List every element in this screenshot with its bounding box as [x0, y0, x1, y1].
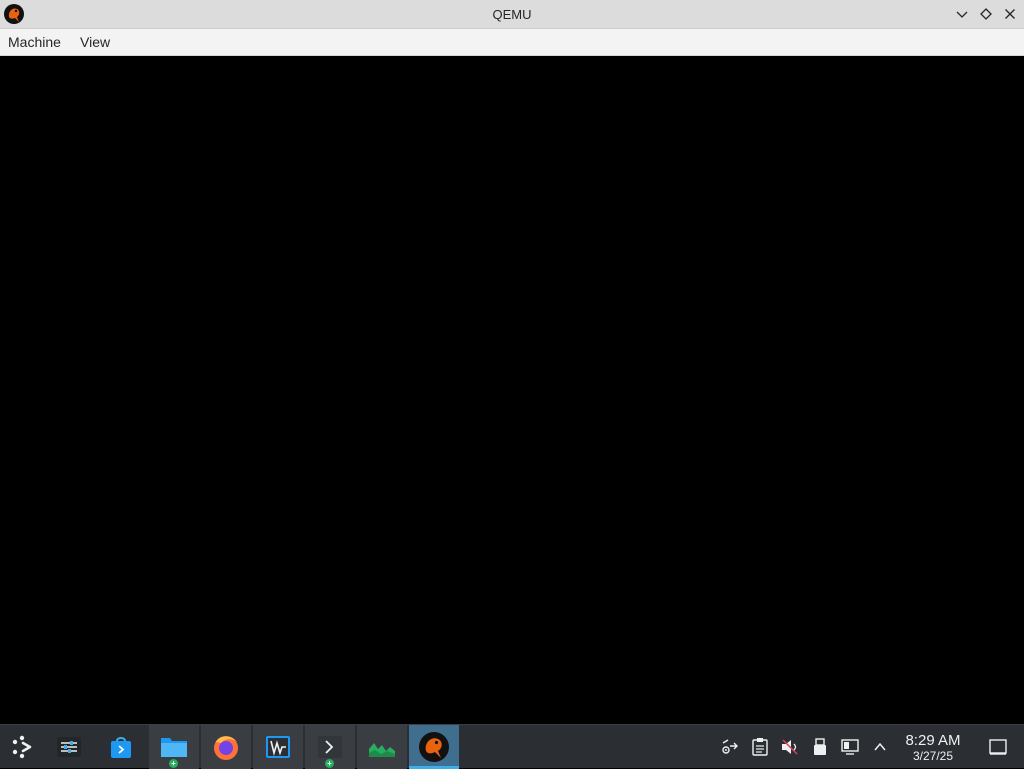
maximize-button[interactable] — [976, 4, 996, 24]
network-icon — [722, 739, 738, 754]
firefox-icon — [214, 736, 238, 760]
clock-time: 8:29 AM — [905, 732, 961, 749]
taskbar-firefox[interactable] — [201, 725, 251, 769]
app-launcher-icon — [12, 735, 32, 759]
system-monitor-icon — [369, 743, 395, 757]
system-settings-icon — [57, 737, 81, 757]
show-desktop-button[interactable] — [984, 725, 1012, 769]
close-icon — [1005, 9, 1015, 19]
volume-muted-icon — [782, 739, 798, 755]
tray-usb[interactable] — [806, 725, 834, 769]
tray-network[interactable] — [716, 725, 744, 769]
show-desktop-icon — [989, 739, 1007, 755]
clock-date: 3/27/25 — [912, 749, 954, 763]
close-button[interactable] — [1000, 4, 1020, 24]
digital-clock[interactable]: 8:29 AM 3/27/25 — [896, 732, 970, 764]
virt-manager-icon — [266, 736, 290, 758]
taskbar-system-monitor[interactable] — [357, 725, 407, 769]
usb-icon — [814, 738, 826, 755]
taskbar-discover[interactable] — [96, 725, 146, 769]
title-bar[interactable]: QEMU — [0, 0, 1024, 29]
tray-display[interactable] — [836, 725, 864, 769]
window-title: QEMU — [492, 7, 532, 22]
menu-bar: Machine View — [0, 29, 1024, 56]
taskbar-file-manager[interactable]: + — [149, 725, 199, 769]
minimize-button[interactable] — [952, 4, 972, 24]
vm-display[interactable] — [0, 56, 1024, 724]
menu-view[interactable]: View — [80, 34, 110, 50]
chevron-down-icon — [956, 11, 968, 18]
running-indicator: + — [169, 759, 178, 768]
app-launcher-button[interactable] — [0, 725, 44, 769]
taskbar-system-settings[interactable] — [44, 725, 94, 769]
taskbar-qemu[interactable] — [409, 725, 459, 769]
discover-store-icon — [111, 737, 131, 758]
tray-volume[interactable] — [776, 725, 804, 769]
taskbar-terminal[interactable]: + — [305, 725, 355, 769]
qemu-icon — [419, 732, 449, 762]
menu-machine[interactable]: Machine — [8, 34, 61, 50]
tray-clipboard[interactable] — [746, 725, 774, 769]
running-indicator: + — [325, 759, 334, 768]
taskbar: + + 8:29 AM 3/27/25 — [0, 724, 1024, 769]
file-manager-icon — [161, 738, 187, 757]
qemu-window: QEMU Machine View — [0, 0, 1024, 724]
clipboard-icon — [752, 738, 768, 756]
display-icon — [841, 739, 859, 755]
chevron-up-icon — [874, 742, 886, 751]
taskbar-virt-manager[interactable] — [253, 725, 303, 769]
diamond-icon — [980, 8, 992, 20]
terminal-icon — [318, 736, 342, 758]
tray-expand[interactable] — [866, 725, 894, 769]
